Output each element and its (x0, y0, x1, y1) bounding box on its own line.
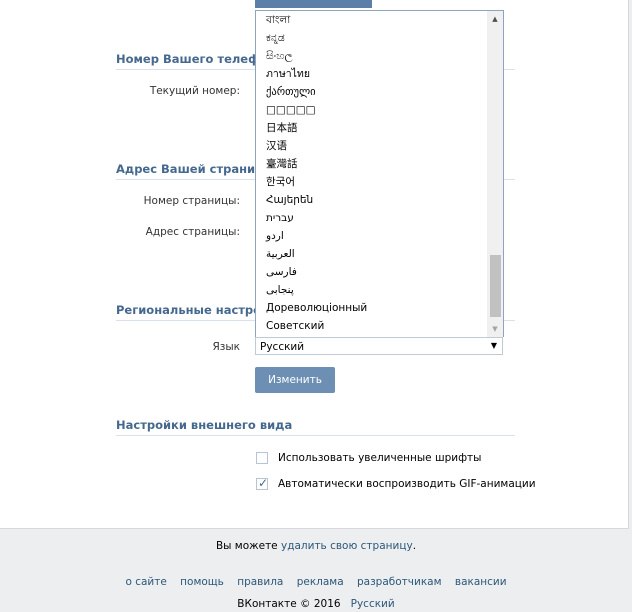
footer-link-rules[interactable]: правила (237, 576, 283, 588)
scrollbar[interactable]: ▲ ▼ (487, 11, 503, 337)
language-select-value: Русский (260, 341, 305, 353)
scroll-up-icon[interactable]: ▲ (487, 11, 503, 27)
chevron-down-icon[interactable]: ▼ (486, 338, 502, 354)
language-option[interactable]: עברית (256, 209, 503, 227)
language-option[interactable]: සිංහල (256, 47, 503, 65)
language-options: বাংলা ಕನ್ನಡ සිංහල ภาษาไทย ქართული □□□□□ 日本語 汉语臺… (256, 11, 503, 335)
footer-link-help[interactable]: помощь (180, 576, 224, 588)
scroll-down-icon[interactable]: ▼ (487, 321, 503, 337)
footer-link-about[interactable]: о сайте (125, 576, 166, 588)
language-option[interactable]: ಕನ್ನಡ (256, 29, 503, 47)
copyright-line: ВКонтакте © 2016 Русский (0, 598, 632, 610)
footer-link-ads[interactable]: реклама (297, 576, 344, 588)
language-option[interactable]: پنجابی (256, 281, 503, 299)
language-option[interactable]: Дореволюціонный (256, 299, 503, 317)
footer-link-jobs[interactable]: вакансии (455, 576, 507, 588)
language-label: Язык (212, 341, 240, 353)
large-fonts-checkbox[interactable] (256, 452, 268, 464)
footer-links: о сайте помощь правила реклама разработч… (0, 576, 632, 588)
section-divider (116, 435, 515, 436)
language-select[interactable]: Русский ▼ (255, 337, 503, 355)
delete-page-suffix: . (412, 540, 417, 552)
change-language-button[interactable]: Изменить (255, 367, 335, 393)
section-title-address: Адрес Вашей страницы (116, 162, 275, 176)
language-option[interactable]: 臺灣話 (256, 155, 503, 173)
copyright-text: ВКонтакте © 2016 (237, 598, 341, 610)
language-option[interactable]: 한국어 (256, 173, 503, 191)
section-title-appearance: Настройки внешнего вида (116, 418, 293, 432)
language-dropdown-list[interactable]: বাংলা ಕನ್ನಡ සිංහල ภาษาไทย ქართული □□□□□ 日本語 汉语臺… (255, 10, 504, 337)
checkmark-icon: ✓ (258, 476, 269, 490)
footer-link-developers[interactable]: разработчикам (357, 576, 442, 588)
gif-autoplay-checkbox[interactable]: ✓ (256, 476, 269, 490)
language-option[interactable]: 汉语 (256, 137, 503, 155)
language-option[interactable]: Советский (256, 317, 503, 335)
current-number-label: Текущий номер: (149, 85, 240, 97)
footer-language-link[interactable]: Русский (351, 598, 395, 610)
language-option[interactable]: اردو (256, 227, 503, 245)
delete-page-link[interactable]: удалить свою страницу (281, 540, 413, 552)
page-number-label: Номер страницы: (143, 195, 240, 207)
language-option[interactable]: العربية (256, 245, 503, 263)
page-address-label: Адрес страницы: (145, 226, 240, 238)
language-option[interactable]: □□□□□ (256, 101, 503, 119)
scroll-thumb[interactable] (490, 255, 501, 317)
language-option[interactable]: Հայերեն (256, 191, 503, 209)
delete-page-prefix: Вы можете (215, 540, 278, 552)
language-option[interactable]: فارسی (256, 263, 503, 281)
gif-autoplay-label[interactable]: Автоматически воспроизводить GIF-анимаци… (278, 478, 536, 490)
language-option[interactable]: বাংলা (256, 11, 503, 29)
language-option[interactable]: ภาษาไทย (256, 65, 503, 83)
language-option[interactable]: ქართული (256, 83, 503, 101)
language-option[interactable]: 日本語 (256, 119, 503, 137)
large-fonts-label[interactable]: Использовать увеличенные шрифты (278, 452, 481, 464)
delete-page-message: Вы можете удалить свою страницу. (0, 540, 632, 552)
top-button-edge[interactable] (255, 0, 372, 8)
